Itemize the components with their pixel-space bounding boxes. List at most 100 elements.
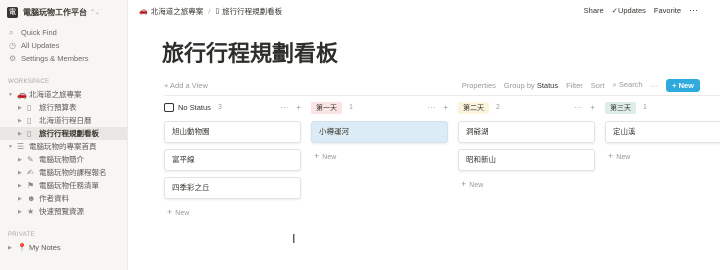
- column-header[interactable]: 第三天 1: [605, 100, 720, 115]
- page-icon: ▯: [27, 103, 32, 112]
- add-card-button[interactable]: + New: [458, 177, 595, 191]
- main-content: 🚗 北海道之旅專案 / ▯ 旅行行程規劃看板 Share ✓Updates Fa…: [128, 0, 720, 270]
- sidebar-item-course[interactable]: ▶ ✍ 電腦玩物的課程報名: [0, 166, 127, 179]
- sidebar-item-tasks[interactable]: ▶ ⚑ 電腦玩物任務清單: [0, 179, 127, 192]
- add-view-button[interactable]: + Add a View: [164, 81, 208, 90]
- nav-all-updates[interactable]: ◷ All Updates: [0, 39, 127, 52]
- kanban-board: No Status 3 ··· + 旭山動物園 富平線 四季彩之丘 + New 第一…: [164, 100, 720, 219]
- view-more-button[interactable]: ···: [651, 81, 659, 90]
- car-icon: 🚗: [17, 90, 27, 99]
- workspace-switcher[interactable]: 電 電腦玩物工作平台 ⌃⌄: [0, 4, 127, 20]
- updates-button[interactable]: ✓Updates: [612, 6, 646, 15]
- board-card[interactable]: 旭山動物園: [164, 121, 301, 143]
- workspace-name: 電腦玩物工作平台: [23, 7, 87, 17]
- properties-button[interactable]: Properties: [462, 81, 496, 90]
- plus-icon: +: [608, 151, 614, 161]
- board-column-no-status: No Status 3 ··· + 旭山動物園 富平線 四季彩之丘 + New: [164, 100, 301, 219]
- add-card-button[interactable]: + New: [311, 149, 448, 163]
- column-tag: 第一天: [311, 101, 342, 114]
- nav-label: Settings & Members: [21, 54, 89, 63]
- sidebar-item-label: 電腦玩物的課程報名: [39, 168, 107, 177]
- new-button[interactable]: + New: [666, 78, 700, 92]
- triangle-right-icon[interactable]: ▶: [18, 131, 27, 137]
- column-count: 2: [496, 104, 500, 111]
- column-header[interactable]: 第二天 2 ··· +: [458, 100, 595, 115]
- triangle-right-icon[interactable]: ▶: [18, 209, 27, 215]
- sidebar-item-my-notes[interactable]: ▶ 📍 My Notes: [0, 241, 127, 254]
- plus-icon[interactable]: +: [296, 103, 301, 112]
- sort-button[interactable]: Sort: [591, 81, 605, 90]
- star-icon: ★: [27, 207, 35, 216]
- breadcrumb-item[interactable]: ▯ 旅行行程規劃看板: [215, 6, 282, 17]
- column-count: 1: [349, 104, 353, 111]
- face-icon: ☻: [27, 194, 36, 203]
- inbox-icon: [164, 103, 174, 112]
- text-cursor-icon: I: [292, 232, 296, 246]
- top-actions: Share ✓Updates Favorite ···: [584, 6, 698, 16]
- board-card[interactable]: 四季彩之丘: [164, 177, 301, 199]
- filter-button[interactable]: Filter: [566, 81, 583, 90]
- board-column-day-2: 第二天 2 ··· + 洞爺湖 昭和新山 + New: [458, 100, 595, 219]
- add-card-button[interactable]: + New: [605, 149, 720, 163]
- board-card[interactable]: 洞爺湖: [458, 121, 595, 143]
- sidebar-item-resources[interactable]: ▶ ★ 快速預覽資源: [0, 205, 127, 218]
- search-button[interactable]: ⌕ Search: [613, 80, 643, 90]
- pencil-icon: ✎: [27, 155, 34, 164]
- more-icon[interactable]: ···: [427, 103, 435, 112]
- sidebar-item-label: My Notes: [29, 243, 61, 252]
- sidebar-item-hokkaido-project[interactable]: ▼ 🚗 北海道之旅專案: [0, 88, 127, 101]
- board-card[interactable]: 富平線: [164, 149, 301, 171]
- nav-settings[interactable]: ⚙ Settings & Members: [0, 52, 127, 65]
- triangle-right-icon[interactable]: ▶: [18, 196, 27, 202]
- plus-icon[interactable]: +: [590, 103, 595, 112]
- more-options-button[interactable]: ···: [689, 6, 698, 15]
- triangle-right-icon[interactable]: ▶: [8, 245, 17, 251]
- triangle-right-icon[interactable]: ▶: [18, 170, 27, 176]
- triangle-down-icon[interactable]: ▼: [8, 92, 17, 98]
- board-card[interactable]: 定山溪: [605, 121, 720, 143]
- column-count: 3: [217, 104, 222, 111]
- board-card[interactable]: 昭和新山: [458, 149, 595, 171]
- group-by-value: Status: [536, 80, 559, 90]
- column-header[interactable]: No Status 3 ··· +: [164, 100, 301, 115]
- sidebar-item-intro[interactable]: ▶ ✎ 電腦玩物簡介: [0, 153, 127, 166]
- add-card-button[interactable]: + New: [164, 205, 301, 219]
- group-by-button[interactable]: Group by Status: [504, 81, 558, 90]
- sidebar-item-calendar[interactable]: ▶ ▯ 北海道行程日曆: [0, 114, 127, 127]
- breadcrumb-item[interactable]: 🚗 北海道之旅專案: [139, 6, 203, 17]
- favorite-button[interactable]: Favorite: [654, 6, 681, 15]
- triangle-down-icon[interactable]: ▼: [8, 144, 17, 150]
- plus-icon[interactable]: +: [443, 103, 448, 112]
- board-column-day-3: 第三天 1 定山溪 + New: [605, 100, 720, 219]
- triangle-right-icon[interactable]: ▶: [18, 105, 27, 111]
- triangle-right-icon[interactable]: ▶: [18, 118, 27, 124]
- clock-icon: ◷: [9, 41, 16, 50]
- triangle-right-icon[interactable]: ▶: [18, 157, 27, 163]
- sidebar-item-home[interactable]: ▼ ☰ 電腦玩物的專案首頁: [0, 140, 127, 153]
- nav-quick-find[interactable]: ⌕ Quick Find: [0, 26, 127, 39]
- triangle-right-icon[interactable]: ▶: [18, 183, 27, 189]
- page-title[interactable]: 旅行行程規劃看板: [162, 36, 338, 68]
- sidebar-item-author[interactable]: ▶ ☻ 作者資料: [0, 192, 127, 205]
- plus-icon: +: [167, 207, 173, 217]
- sidebar-item-label: 電腦玩物簡介: [39, 155, 84, 164]
- share-button[interactable]: Share: [584, 6, 604, 15]
- signature-icon: ✍: [27, 168, 34, 177]
- breadcrumb-separator: /: [208, 6, 211, 16]
- sidebar-item-budget[interactable]: ▶ ▯ 旅行預算表: [0, 101, 127, 114]
- search-label: Search: [618, 80, 643, 89]
- breadcrumb-label: 北海道之旅專案: [150, 6, 204, 16]
- pin-icon: 📍: [17, 243, 27, 252]
- chevron-updown-icon: ⌃⌄: [90, 9, 101, 16]
- sidebar-item-board[interactable]: ▶ ▯ 旅行行程規劃看板: [0, 127, 127, 140]
- updates-label: Updates: [617, 6, 646, 15]
- column-tag: 第二天: [458, 101, 489, 114]
- board-card[interactable]: 小樽運河: [311, 121, 448, 143]
- divider: [164, 95, 720, 96]
- more-icon[interactable]: ···: [574, 103, 582, 112]
- sidebar-item-label: 電腦玩物任務清單: [39, 181, 99, 190]
- search-icon: ⌕: [9, 27, 14, 37]
- page-icon: ▯: [27, 129, 32, 138]
- more-icon[interactable]: ···: [280, 103, 288, 112]
- column-header[interactable]: 第一天 1 ··· +: [311, 100, 448, 115]
